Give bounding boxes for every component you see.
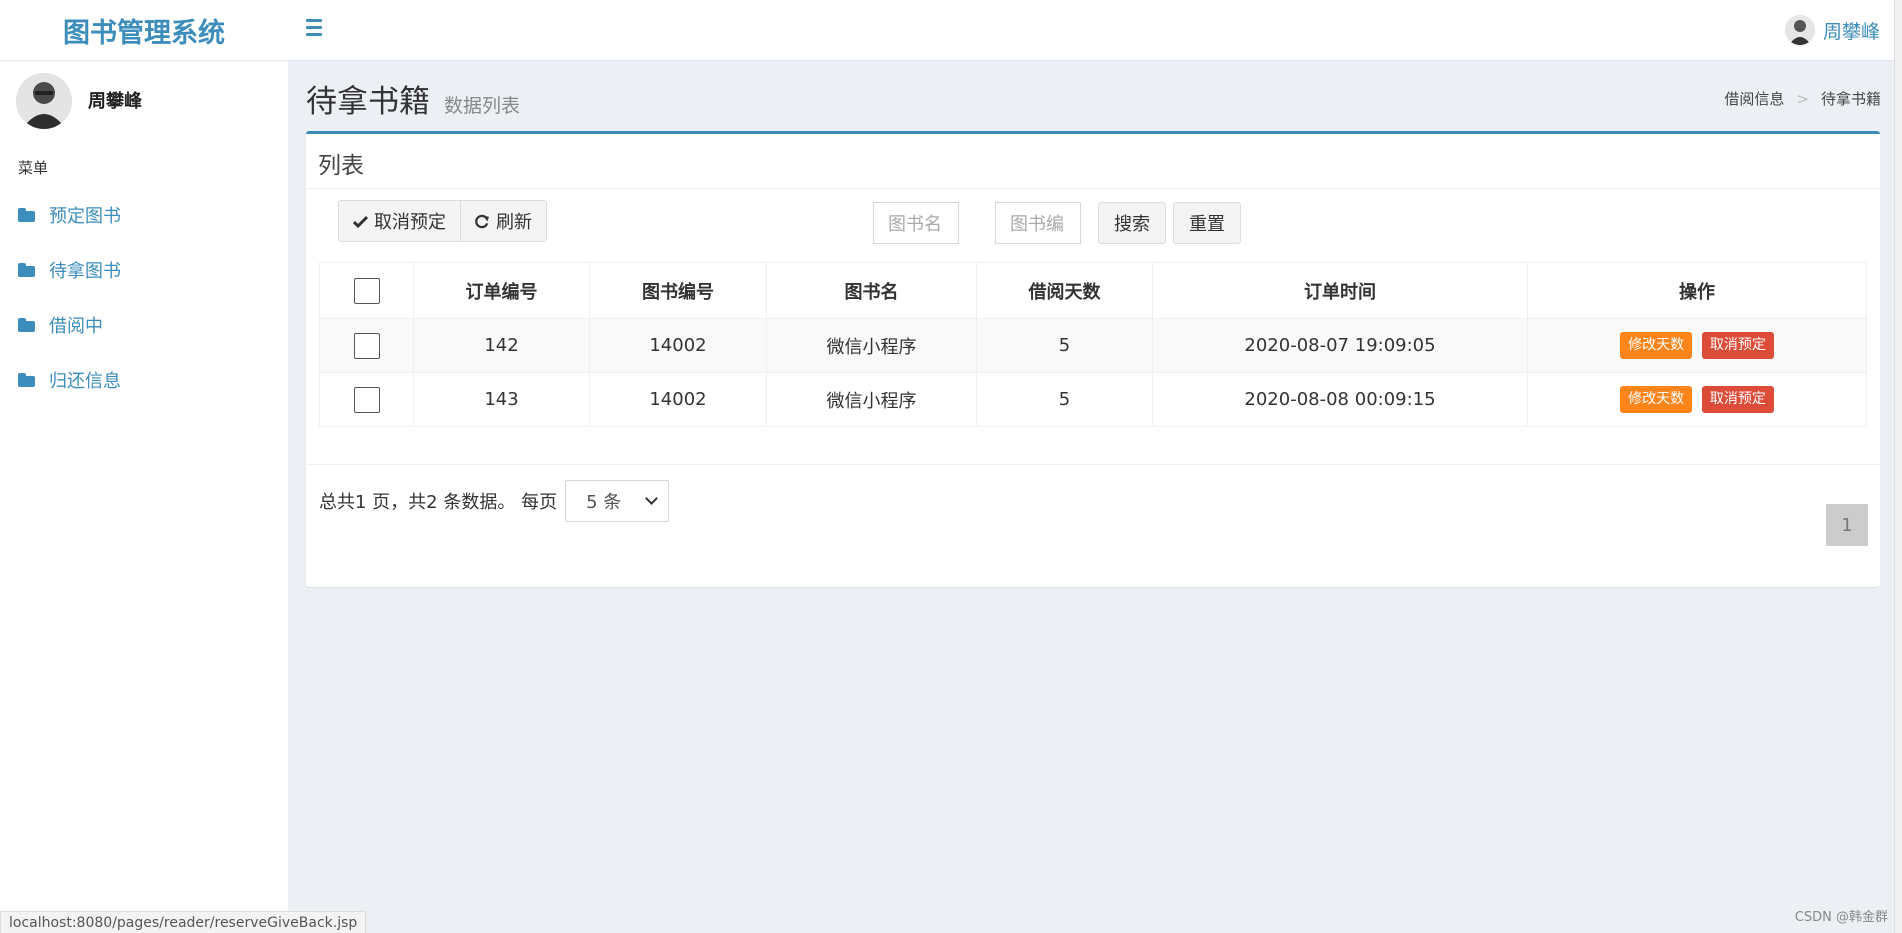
book-no-cell: 14002 (589, 372, 767, 427)
scrollbar[interactable] (1894, 0, 1902, 933)
book-no-cell: 14002 (589, 318, 767, 373)
book-name-cell: 微信小程序 (766, 318, 977, 373)
sidebar-user-name: 周攀峰 (88, 91, 142, 112)
days-cell: 5 (976, 372, 1153, 427)
sidebar-item-return-info[interactable]: 归还信息 (0, 352, 288, 407)
table-row: 143 14002 微信小程序 5 2020-08-08 00:09:15 修改… (319, 372, 1867, 427)
actions-cell: 修改天数 取消预定 (1527, 372, 1867, 427)
cancel-reservation-button[interactable]: 取消预定 (338, 200, 461, 242)
order-no-cell: 143 (413, 372, 590, 427)
folder-icon (18, 207, 35, 222)
top-header: 图书管理系统 周攀峰 (0, 0, 1902, 61)
table-header-row: 订单编号 图书编号 图书名 借阅天数 订单时间 操作 (319, 262, 1867, 319)
toolbar-button-group: 取消预定 刷新 (338, 200, 547, 242)
page-size-value: 5 条 (586, 492, 622, 513)
book-no-search-input[interactable]: 图书编 (995, 202, 1081, 244)
avatar (16, 73, 72, 129)
watermark: CSDN @韩金群 (1794, 910, 1888, 925)
folder-icon (18, 317, 35, 332)
sidebar-menu: 预定图书 待拿图书 借阅中 归还信息 (0, 187, 288, 407)
column-header: 图书编号 (589, 262, 767, 319)
pagination-summary: 总共1 页，共2 条数据。 每页 5 条 (319, 480, 670, 522)
reservation-table: 订单编号 图书编号 图书名 借阅天数 订单时间 操作 142 14002 微信小… (319, 262, 1867, 427)
book-name-search-input[interactable]: 图书名 (873, 202, 959, 244)
order-no-cell: 142 (413, 318, 590, 373)
row-checkbox[interactable] (353, 332, 380, 359)
list-box: 列表 取消预定 刷新 图书名 图书编 搜索 重置 订单编号 图书编号 图书名 借… (306, 131, 1880, 587)
cancel-reservation-row-button[interactable]: 取消预定 (1701, 386, 1774, 413)
edit-days-button[interactable]: 修改天数 (1620, 386, 1693, 413)
page-subtitle: 数据列表 (444, 95, 521, 117)
avatar (1784, 15, 1815, 45)
header-user-name[interactable]: 周攀峰 (1823, 17, 1880, 44)
reset-button[interactable]: 重置 (1173, 202, 1241, 244)
breadcrumb: 借阅信息 > 待拿书籍 (1724, 88, 1881, 109)
sidebar-item-pending-pickup[interactable]: 待拿图书 (0, 242, 288, 297)
box-title: 列表 (318, 153, 364, 179)
user-panel: 周攀峰 (16, 73, 276, 143)
refresh-button[interactable]: 刷新 (461, 200, 547, 242)
pagination-summary-text: 总共1 页，共2 条数据。 每页 (319, 492, 558, 513)
check-icon (353, 215, 368, 228)
column-header: 图书名 (766, 262, 977, 319)
menu-header: 菜单 (18, 159, 49, 177)
cancel-reservation-row-button[interactable]: 取消预定 (1701, 332, 1774, 359)
page-size-select[interactable]: 5 条 (565, 480, 670, 522)
header-user-menu[interactable]: 周攀峰 (1784, 12, 1880, 48)
column-header: 借阅天数 (976, 262, 1153, 319)
sidebar-item-label: 借阅中 (49, 315, 103, 337)
sidebar-item-label: 预定图书 (49, 205, 121, 227)
sidebar-item-label: 归还信息 (49, 370, 121, 392)
column-header: 订单时间 (1152, 262, 1528, 319)
app-logo[interactable]: 图书管理系统 (0, 0, 288, 61)
page-number-button[interactable]: 1 (1826, 504, 1868, 546)
column-header: 订单编号 (413, 262, 590, 319)
breadcrumb-separator: > (1796, 89, 1809, 108)
refresh-icon (475, 214, 490, 228)
cancel-reservation-label: 取消预定 (374, 212, 446, 233)
row-select-cell (319, 318, 414, 373)
order-time-cell: 2020-08-07 19:09:05 (1152, 318, 1528, 373)
refresh-label: 刷新 (496, 212, 532, 233)
divider (306, 464, 1880, 465)
sidebar-toggle-icon[interactable] (306, 16, 322, 38)
row-select-cell (319, 372, 414, 427)
column-header: 操作 (1527, 262, 1867, 319)
search-button[interactable]: 搜索 (1098, 202, 1166, 244)
divider (306, 188, 1880, 189)
edit-days-button[interactable]: 修改天数 (1620, 332, 1693, 359)
breadcrumb-item-borrow-info[interactable]: 借阅信息 (1724, 88, 1784, 109)
row-checkbox[interactable] (353, 386, 380, 413)
sidebar: 周攀峰 菜单 预定图书 待拿图书 借阅中 归还信息 (0, 61, 288, 933)
select-all-cell (319, 262, 414, 319)
book-name-cell: 微信小程序 (766, 372, 977, 427)
actions-cell: 修改天数 取消预定 (1527, 318, 1867, 373)
days-cell: 5 (976, 318, 1153, 373)
folder-icon (18, 262, 35, 277)
sidebar-item-reserve-books[interactable]: 预定图书 (0, 187, 288, 242)
table-row: 142 14002 微信小程序 5 2020-08-07 19:09:05 修改… (319, 318, 1867, 373)
sidebar-item-label: 待拿图书 (49, 260, 121, 282)
folder-icon (18, 372, 35, 387)
chevron-down-icon (645, 492, 658, 505)
page-title-text: 待拿书籍 (306, 84, 430, 120)
browser-status-bar: localhost:8080/pages/reader/reserveGiveB… (0, 911, 367, 933)
sidebar-item-borrowing[interactable]: 借阅中 (0, 297, 288, 352)
page-title: 待拿书籍 数据列表 (306, 76, 520, 121)
order-time-cell: 2020-08-08 00:09:15 (1152, 372, 1528, 427)
breadcrumb-item-current: 待拿书籍 (1820, 90, 1881, 108)
select-all-checkbox[interactable] (353, 277, 380, 304)
